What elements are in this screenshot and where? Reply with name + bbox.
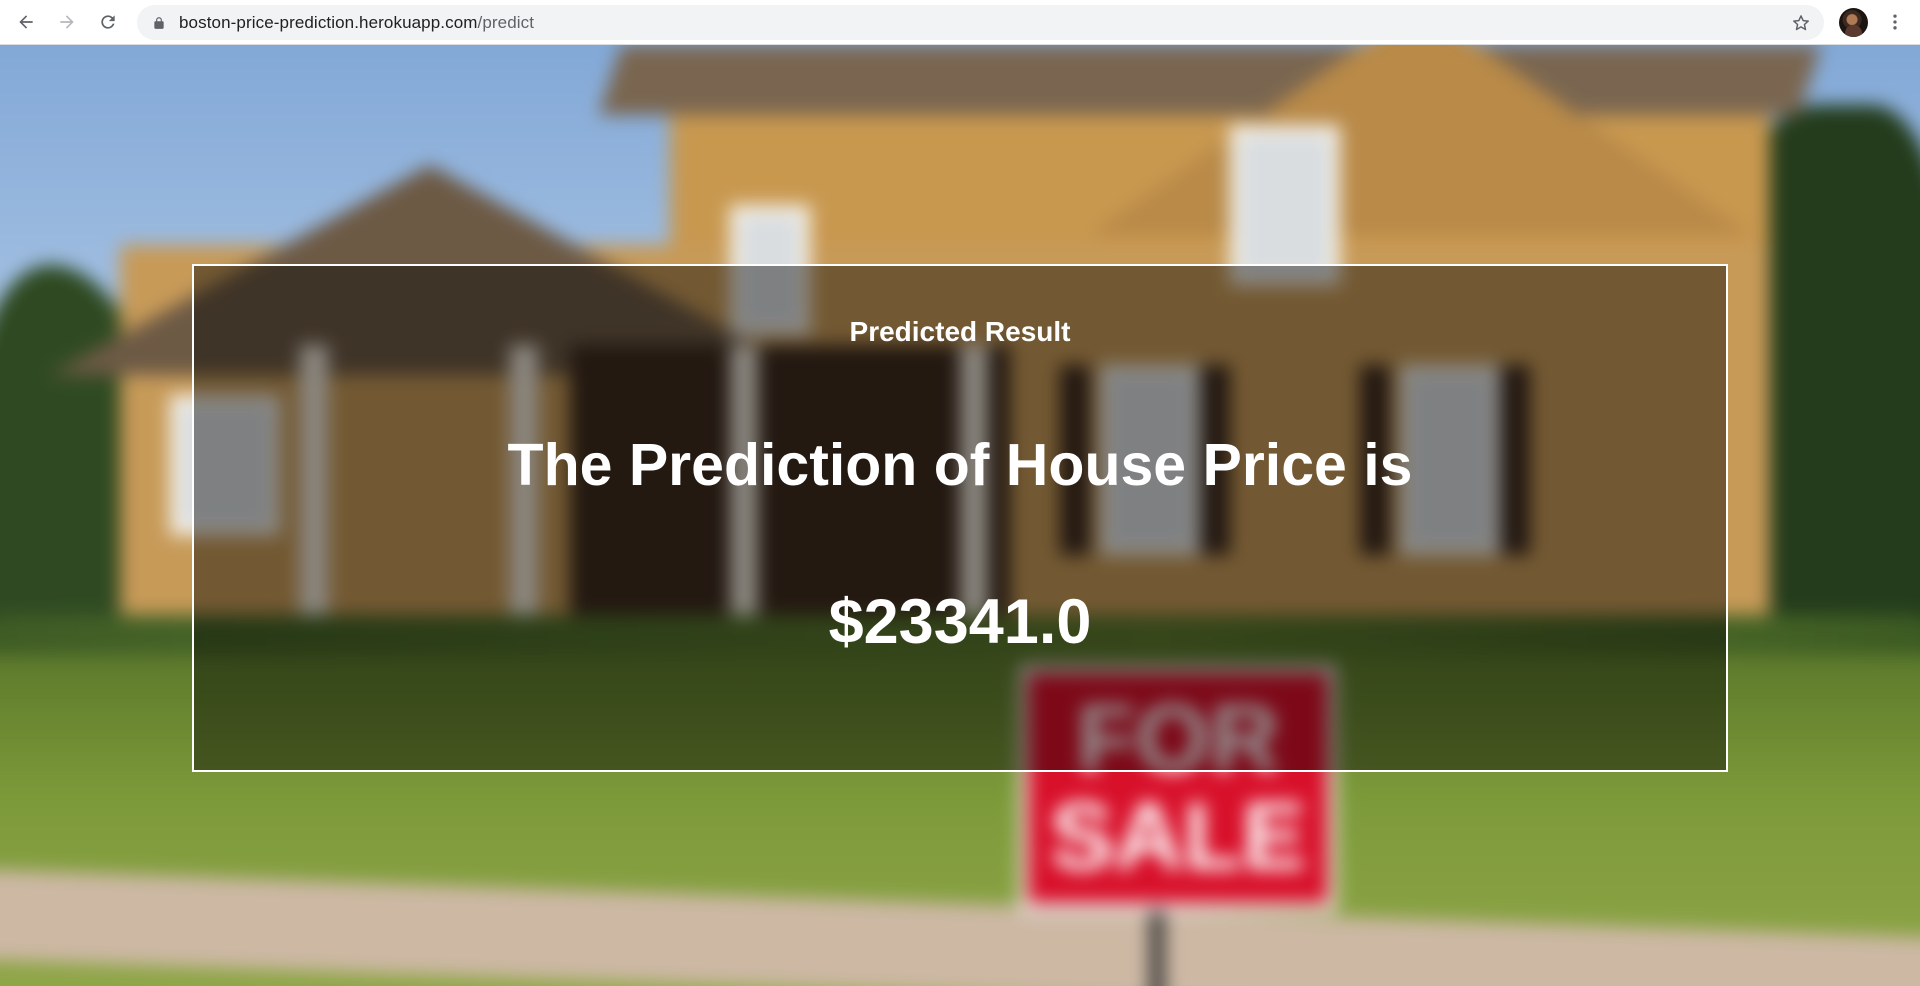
profile-avatar[interactable] <box>1839 8 1868 37</box>
browser-menu-button[interactable] <box>1880 7 1910 37</box>
bookmark-star-button[interactable] <box>1790 12 1812 34</box>
arrow-left-icon <box>19 15 33 29</box>
url-path: /predict <box>477 12 535 32</box>
result-panel: Predicted Result The Prediction of House… <box>192 264 1728 772</box>
sign-text-line2: SALE <box>1049 783 1307 890</box>
predicted-price: $23341.0 <box>828 587 1092 657</box>
reload-button[interactable] <box>93 7 123 37</box>
forward-button[interactable] <box>52 7 82 37</box>
back-button[interactable] <box>11 7 41 37</box>
prediction-sentence: The Prediction of House Price is <box>507 432 1413 498</box>
result-heading: Predicted Result <box>849 316 1071 347</box>
reload-icon <box>101 15 115 29</box>
lock-icon[interactable] <box>151 15 167 31</box>
star-icon <box>1793 15 1809 31</box>
address-bar[interactable]: boston-price-prediction.herokuapp.com/pr… <box>137 5 1824 40</box>
url-text[interactable]: boston-price-prediction.herokuapp.com/pr… <box>179 13 534 33</box>
url-host: boston-price-prediction.herokuapp.com <box>179 12 478 32</box>
browser-toolbar: boston-price-prediction.herokuapp.com/pr… <box>0 0 1920 45</box>
kebab-menu-icon <box>1893 14 1897 30</box>
web-page: FOR SALE Predicted Result The Prediction… <box>0 45 1920 986</box>
arrow-right-icon <box>60 15 74 29</box>
